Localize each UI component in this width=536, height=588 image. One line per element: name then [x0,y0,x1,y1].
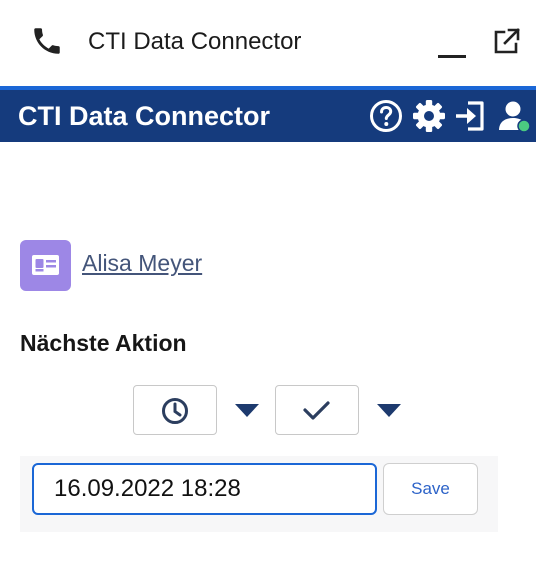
app-title: CTI Data Connector [18,101,271,131]
section-title: Nächste Aktion [20,330,187,356]
check-icon [303,401,330,420]
contact-avatar [20,240,71,291]
app-header: CTI Data Connector [0,86,536,142]
external-link-icon [494,28,520,54]
contact-card-icon [32,255,59,275]
datetime-input[interactable] [32,463,377,515]
sign-in-icon[interactable] [453,98,489,134]
popout-button[interactable] [492,26,522,56]
complete-button[interactable] [275,385,359,435]
save-button[interactable]: Save [383,463,478,515]
schedule-dropdown[interactable] [235,404,259,417]
window-titlebar: CTI Data Connector [0,0,536,86]
window-title: CTI Data Connector [88,28,302,55]
complete-dropdown[interactable] [377,404,401,417]
user-status-icon[interactable] [496,98,532,134]
gear-icon[interactable] [411,98,447,134]
phone-icon [34,28,60,54]
minimize-icon [438,55,466,58]
minimize-button[interactable] [438,34,466,58]
clock-icon [162,398,188,424]
contact-name-link[interactable]: Alisa Meyer [82,250,202,277]
help-icon[interactable] [368,98,404,134]
schedule-button[interactable] [133,385,217,435]
